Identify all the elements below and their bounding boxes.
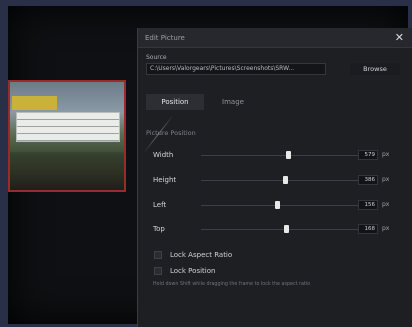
- section-title: Picture Position: [146, 129, 196, 137]
- thumbnail-banner: [12, 96, 57, 110]
- height-unit: px: [382, 176, 390, 183]
- tab-position[interactable]: Position: [146, 94, 204, 110]
- lock-aspect-ratio-row[interactable]: Lock Aspect Ratio: [154, 249, 232, 261]
- width-unit: px: [382, 151, 390, 158]
- top-slider-track[interactable]: [201, 229, 359, 230]
- left-slider-thumb[interactable]: [274, 201, 280, 209]
- thumbnail-shadow: [10, 152, 124, 190]
- shift-hint-text: Hold down Shift while dragging the frame…: [153, 282, 311, 287]
- dialog-titlebar[interactable]: Edit Picture ✕: [138, 28, 412, 48]
- lock-aspect-ratio-label: Lock Aspect Ratio: [170, 251, 233, 259]
- dialog-title: Edit Picture: [145, 33, 185, 42]
- edit-picture-dialog: Edit Picture ✕ Source C:\Users\Valorgear…: [137, 28, 412, 327]
- height-slider-track[interactable]: [201, 180, 359, 181]
- source-label: Source: [146, 54, 167, 61]
- height-row: Height 386 px: [153, 173, 408, 187]
- lock-position-label: Lock Position: [170, 267, 216, 275]
- left-label: Left: [153, 201, 167, 209]
- picture-thumbnail[interactable]: [8, 80, 126, 192]
- top-label: Top: [153, 225, 165, 233]
- top-slider-thumb[interactable]: [284, 225, 290, 233]
- width-row: Width 579 px: [153, 148, 408, 162]
- width-input[interactable]: 579: [358, 150, 378, 160]
- width-label: Width: [153, 151, 174, 159]
- source-path-field[interactable]: C:\Users\Valorgears\Pictures\Screenshots…: [146, 63, 326, 75]
- lock-position-row[interactable]: Lock Position: [154, 265, 215, 277]
- dialog-tabs: Position Image: [146, 94, 396, 110]
- left-unit: px: [382, 201, 390, 208]
- thumbnail-sheet: [16, 112, 120, 142]
- height-slider-thumb[interactable]: [282, 176, 288, 184]
- left-slider-track[interactable]: [201, 205, 359, 206]
- height-input[interactable]: 386: [358, 175, 378, 185]
- height-label: Height: [153, 176, 177, 184]
- width-slider-thumb[interactable]: [285, 151, 291, 159]
- tab-image[interactable]: Image: [204, 94, 262, 110]
- top-row: Top 168 px: [153, 222, 408, 236]
- left-input[interactable]: 156: [358, 200, 378, 210]
- close-icon[interactable]: ✕: [395, 32, 404, 43]
- lock-aspect-ratio-checkbox[interactable]: [154, 251, 162, 259]
- width-slider-track[interactable]: [201, 155, 359, 156]
- lock-position-checkbox[interactable]: [154, 267, 162, 275]
- left-row: Left 156 px: [153, 198, 408, 212]
- browse-button[interactable]: Browse: [350, 63, 400, 75]
- top-input[interactable]: 168: [358, 224, 378, 234]
- top-unit: px: [382, 225, 390, 232]
